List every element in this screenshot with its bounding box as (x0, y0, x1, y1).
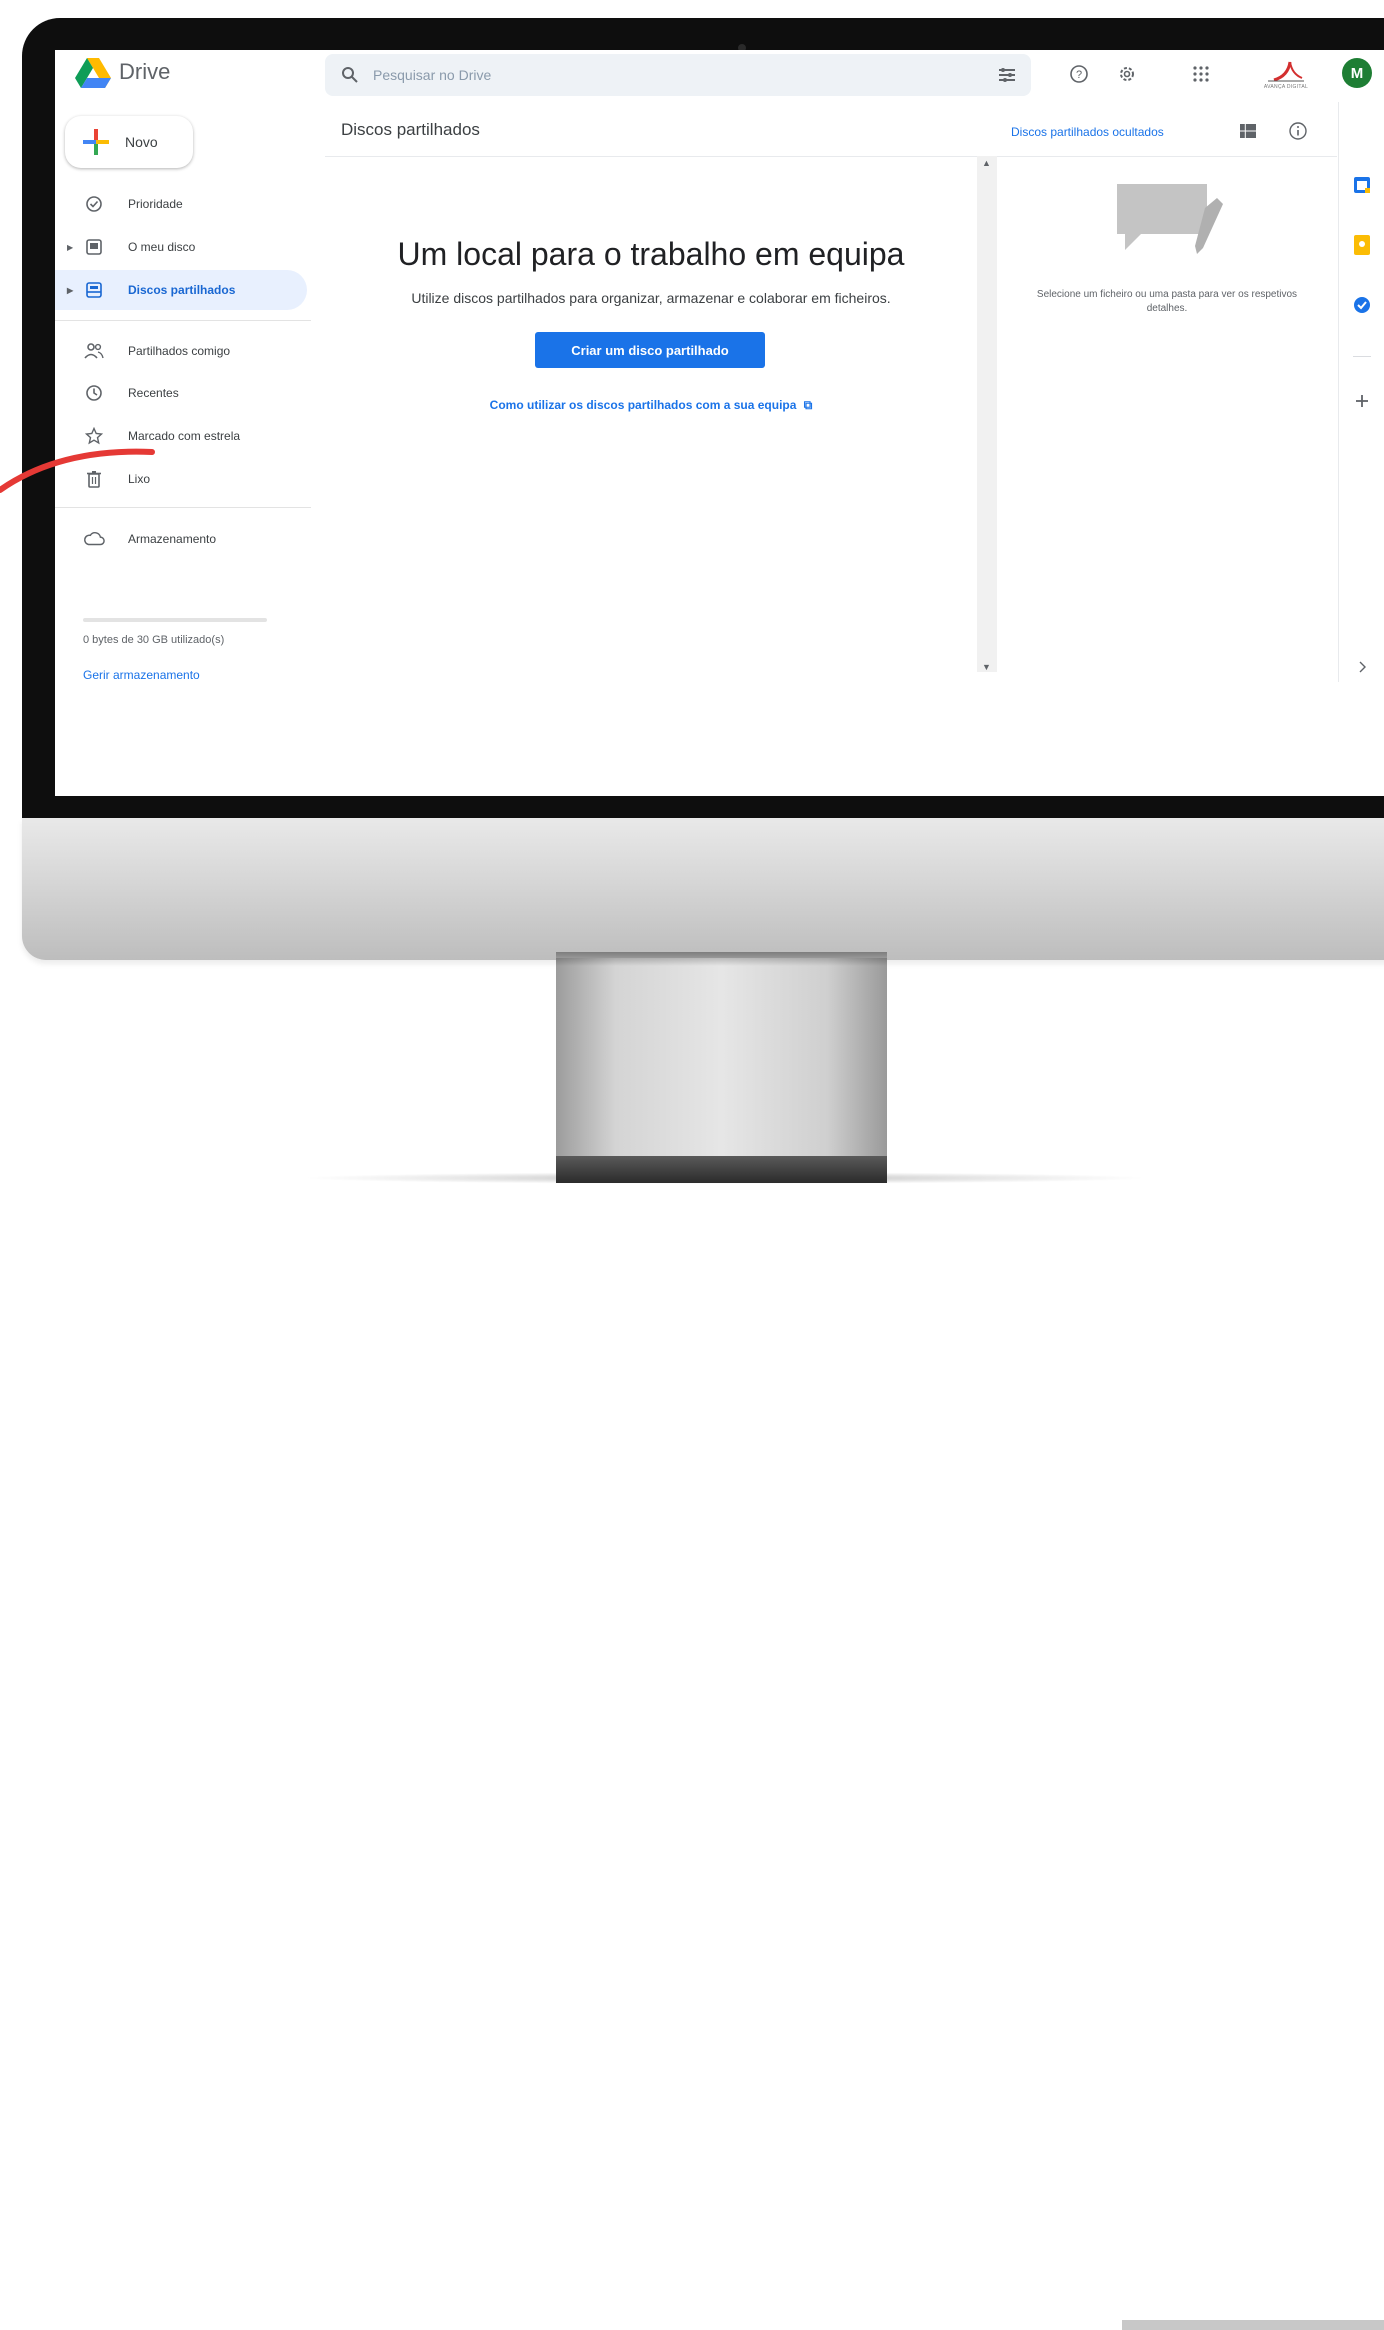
open-in-new-icon: ⧉ (803, 398, 813, 412)
info-icon[interactable] (1287, 120, 1309, 142)
sidebar-item-label: Discos partilhados (128, 283, 236, 297)
sidebar-item-shared-with-me[interactable]: Partilhados comigo (55, 331, 307, 371)
empty-state-subtitle: Utilize discos partilhados para organiza… (411, 290, 891, 306)
expand-arrow-icon[interactable]: ▶ (67, 243, 73, 252)
cloud-icon (83, 528, 105, 550)
top-actions: ? (1065, 60, 1215, 88)
sidebar-item-label: Partilhados comigo (128, 344, 231, 358)
grid-view-icon[interactable] (1237, 120, 1259, 142)
main-header: Discos partilhados Discos partilhados oc… (325, 102, 1337, 157)
add-addon-plus-icon[interactable] (1351, 390, 1373, 412)
help-link[interactable]: Como utilizar os discos partilhados com … (325, 398, 977, 413)
brand-mark-icon (1268, 61, 1304, 82)
empty-state: Um local para o trabalho em equipa Utili… (325, 156, 995, 676)
help-link-text[interactable]: Como utilizar os discos partilhados com … (490, 398, 797, 412)
keep-icon[interactable] (1351, 234, 1373, 256)
apps-grid-icon[interactable] (1187, 60, 1215, 88)
expand-arrow-icon[interactable]: ▶ (67, 286, 73, 295)
new-button[interactable]: Novo (65, 116, 193, 168)
sidebar-item-my-drive[interactable]: ▶ O meu disco (55, 227, 307, 267)
search-placeholder[interactable]: Pesquisar no Drive (373, 67, 491, 83)
drive-window: Drive Pesquisar no Drive ? AVANÇA DIGITA… (55, 50, 1384, 796)
brand-text: AVANÇA DIGITAL (1263, 84, 1309, 90)
scroll-down-icon[interactable]: ▼ (982, 662, 991, 672)
sidebar-item-shared-drives[interactable]: ▶ Discos partilhados (55, 270, 307, 310)
search-options-icon[interactable] (997, 65, 1017, 85)
search-icon (342, 67, 358, 83)
check-circle-icon (83, 193, 105, 215)
empty-state-title: Um local para o trabalho em equipa (397, 236, 905, 272)
sidebar-item-priority[interactable]: Prioridade (55, 184, 307, 224)
sidebar-divider (55, 320, 311, 321)
account-avatar[interactable]: M (1342, 58, 1372, 88)
settings-gear-icon[interactable] (1113, 60, 1141, 88)
organization-logo[interactable]: AVANÇA DIGITAL (1245, 56, 1327, 94)
content-scrollbar[interactable]: ▲ ▼ (977, 156, 997, 672)
shared-drives-icon (83, 279, 105, 301)
chevron-right-icon[interactable] (1351, 656, 1373, 678)
top-bar: Drive Pesquisar no Drive ? AVANÇA DIGITA… (55, 50, 1384, 102)
my-drive-icon (83, 236, 105, 258)
calendar-icon[interactable] (1351, 174, 1373, 196)
app-name: Drive (119, 59, 171, 84)
drive-logo[interactable]: Drive (75, 56, 170, 88)
monitor-chin (22, 818, 1384, 960)
hidden-shared-drives-link[interactable]: Discos partilhados ocultados (1011, 125, 1164, 139)
side-panel (1338, 102, 1384, 682)
storage-progress-bar (83, 618, 267, 622)
page-title: Discos partilhados (341, 120, 480, 139)
create-shared-drive-button[interactable]: Criar um disco partilhado (535, 332, 765, 368)
details-panel: Selecione um ficheiro ou uma pasta para … (997, 156, 1337, 672)
clock-icon (83, 382, 105, 404)
sidebar-item-recent[interactable]: Recentes (55, 373, 307, 413)
search-bar[interactable]: Pesquisar no Drive (325, 54, 1031, 96)
sidebar-item-label: Armazenamento (128, 532, 217, 546)
monitor-base (556, 1156, 1384, 2330)
sidebar-item-label: O meu disco (128, 240, 196, 254)
svg-text:?: ? (1076, 69, 1082, 81)
sidebar-item-label: Prioridade (128, 197, 183, 211)
scroll-up-icon[interactable]: ▲ (982, 158, 991, 168)
annotation-arrow (0, 448, 155, 493)
sidebar-item-storage[interactable]: Armazenamento (55, 519, 307, 559)
side-panel-divider (1353, 356, 1371, 357)
details-illustration-icon (1117, 184, 1223, 254)
monitor-stand (556, 958, 887, 1158)
storage-usage-text: 0 bytes de 30 GB utilizado(s) (83, 634, 225, 646)
tasks-icon[interactable] (1351, 294, 1373, 316)
help-icon[interactable]: ? (1065, 60, 1093, 88)
drive-logo-icon (75, 58, 111, 88)
stand-shadow (556, 952, 887, 966)
people-icon (83, 340, 105, 362)
details-empty-text: Selecione um ficheiro ou uma pasta para … (1036, 289, 1298, 314)
plus-icon (83, 129, 109, 155)
new-button-label: Novo (125, 134, 158, 150)
sidebar-item-label: Recentes (128, 386, 179, 400)
manage-storage-link[interactable]: Gerir armazenamento (83, 668, 200, 682)
